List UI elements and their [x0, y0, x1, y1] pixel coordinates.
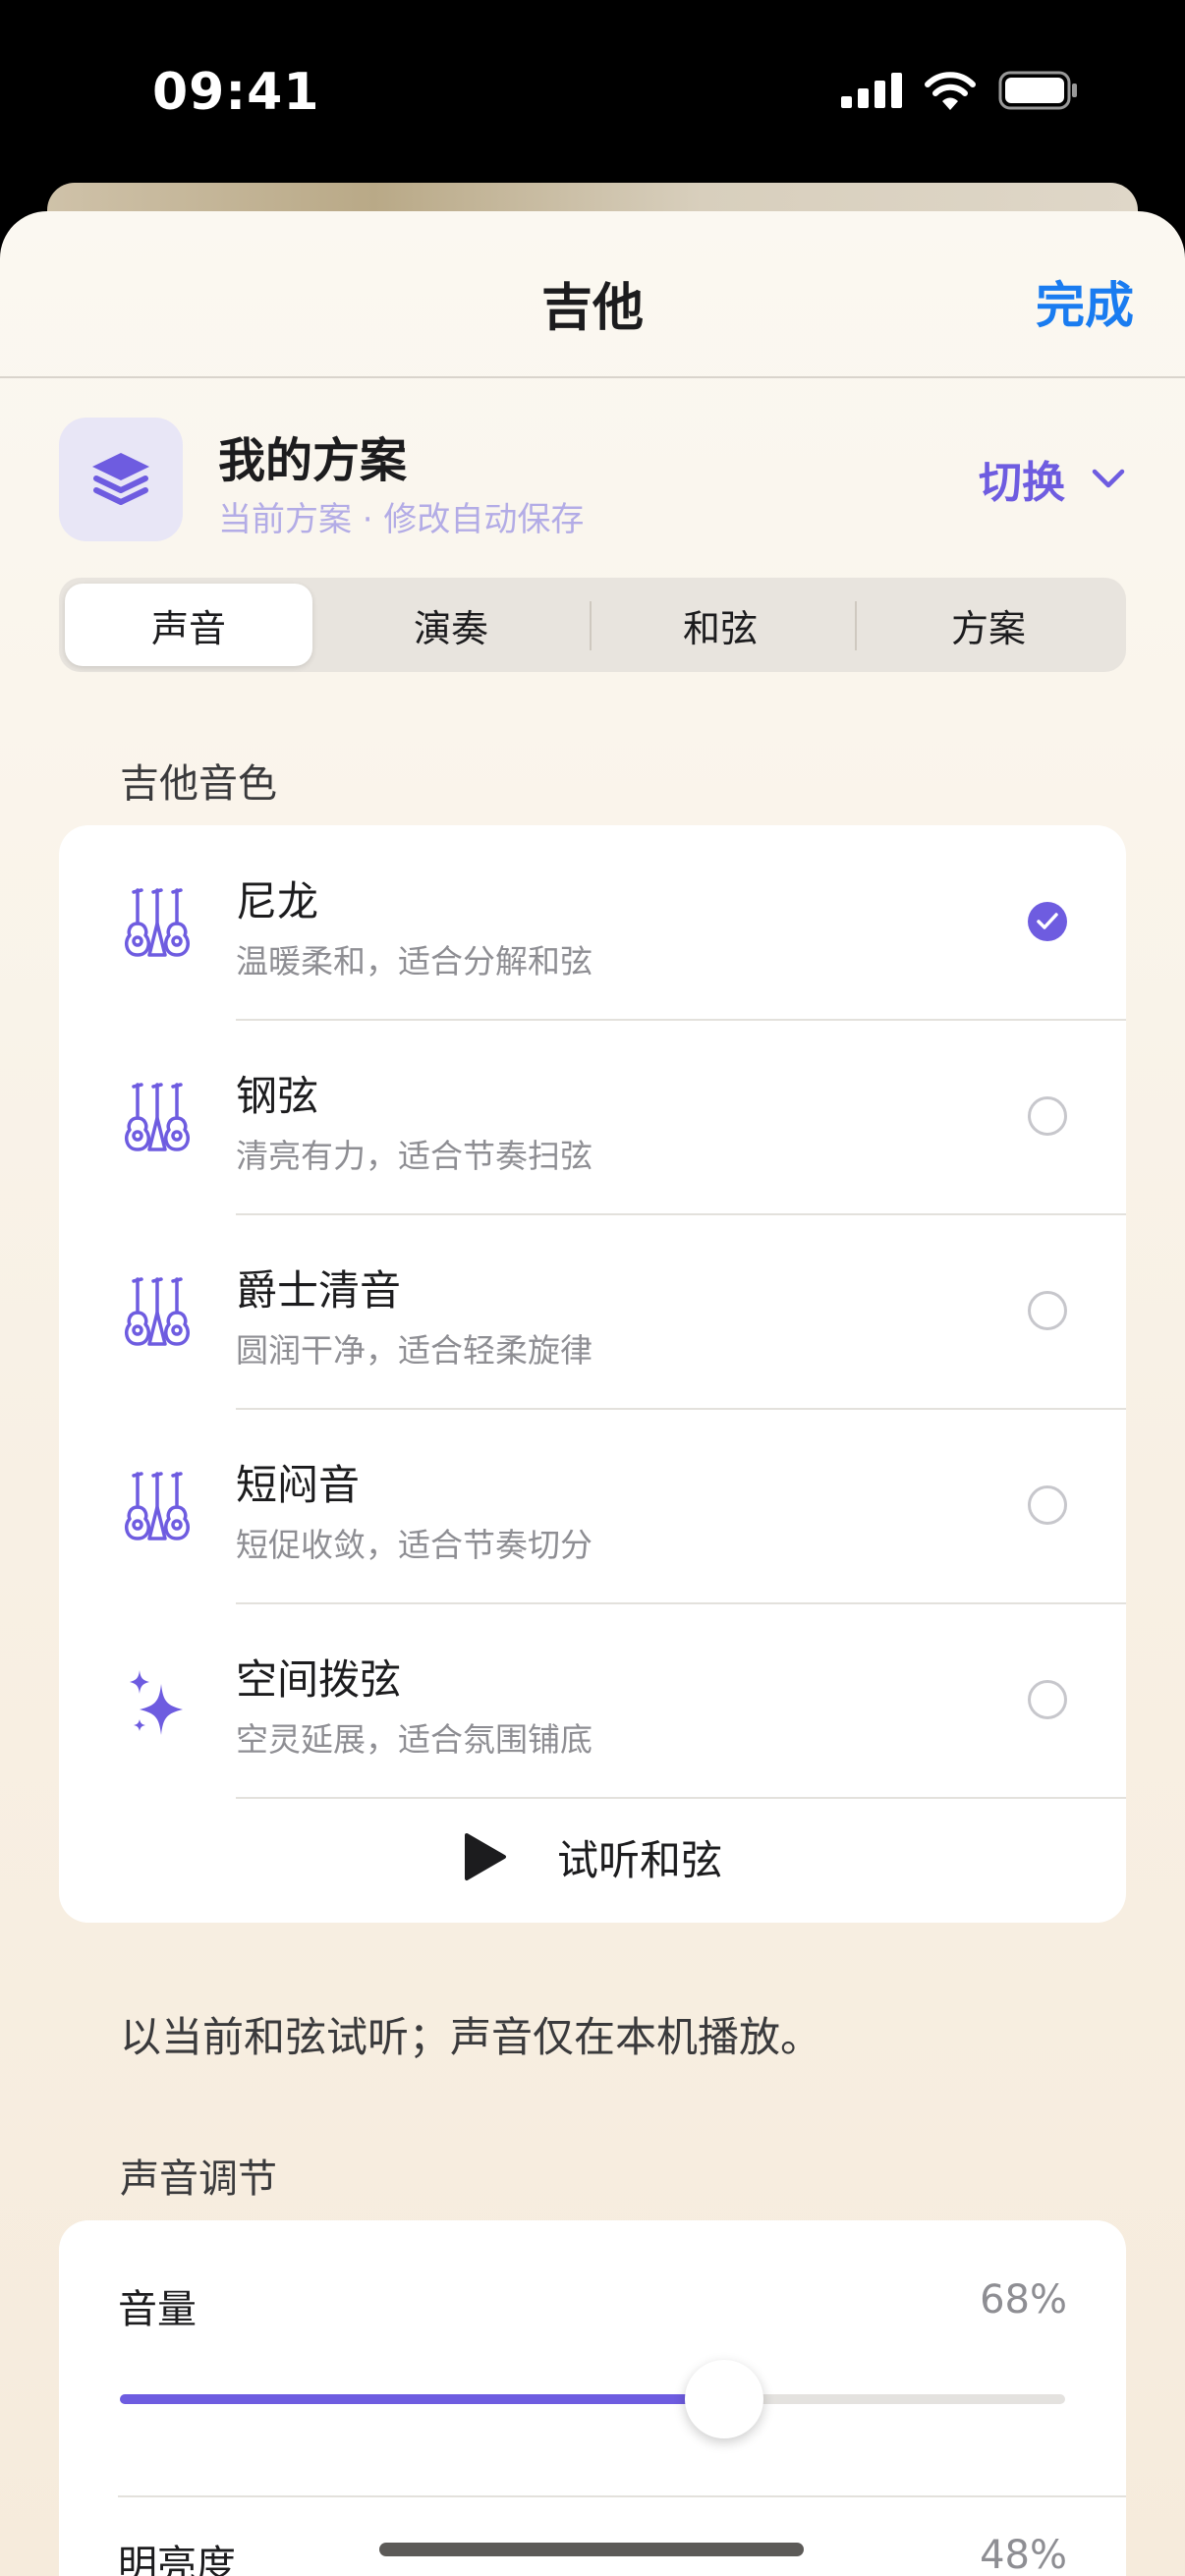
tone-subtitle: 短促收敛，适合节奏切分	[236, 1526, 592, 1564]
wifi-icon	[925, 72, 976, 110]
volume-slider-fill	[120, 2394, 724, 2404]
nav-title: 吉他	[540, 279, 644, 338]
status-time: 09:41	[152, 63, 320, 122]
tone-option-steel[interactable]: 钢弦 清亮有力，适合节奏扫弦	[59, 1020, 1126, 1213]
adjust-card: 音量 68% 明亮度 48%	[59, 2220, 1126, 2576]
brightness-label: 明亮度	[118, 2543, 236, 2576]
signal-icon	[841, 73, 902, 108]
checkmark-icon	[1037, 913, 1058, 929]
plan-title: 我的方案	[218, 433, 408, 488]
tone-title: 空间拨弦	[236, 1655, 402, 1704]
tone-option-muted[interactable]: 短闷音 短促收敛，适合节奏切分	[59, 1409, 1126, 1602]
guitar-sheet: 吉他 完成 我的方案 当前方案 · 修改自动保存 切换 声音 演奏 和弦 方案 …	[0, 211, 1185, 2576]
tab-chords[interactable]: 和弦	[592, 584, 849, 666]
plan-header: 我的方案 当前方案 · 修改自动保存 切换	[59, 418, 1126, 541]
tone-title: 爵士清音	[236, 1266, 402, 1315]
volume-slider[interactable]	[120, 2360, 1065, 2438]
switch-label: 切换	[979, 458, 1065, 508]
adjust-section-label: 声音调节	[120, 2156, 277, 2202]
tab-plans[interactable]: 方案	[857, 584, 1120, 666]
status-bar: 09:41	[0, 0, 1185, 187]
preview-label: 试听和弦	[556, 1835, 722, 1884]
guitars-icon	[124, 1472, 191, 1540]
nav-bar: 吉他 完成	[0, 211, 1185, 378]
volume-label: 音量	[118, 2287, 197, 2332]
guitars-icon	[124, 1277, 191, 1346]
tone-option-ambient[interactable]: 空间拨弦 空灵延展，适合氛围铺底	[59, 1603, 1126, 1797]
home-indicator	[379, 2543, 804, 2556]
tone-subtitle: 温暖柔和，适合分解和弦	[236, 942, 592, 980]
radio-unchecked[interactable]	[1028, 1096, 1067, 1136]
layers-icon	[59, 418, 183, 541]
radio-unchecked[interactable]	[1028, 1680, 1067, 1719]
preview-chord-button[interactable]: 试听和弦	[59, 1793, 1126, 1921]
chevron-down-icon	[1092, 469, 1125, 488]
tone-option-jazz[interactable]: 爵士清音 圆润干净，适合轻柔旋律	[59, 1214, 1126, 1408]
guitars-icon	[124, 1083, 191, 1151]
status-icons	[841, 71, 1079, 110]
tab-sound[interactable]: 声音	[65, 584, 312, 666]
battery-icon	[998, 71, 1077, 110]
volume-slider-thumb[interactable]	[684, 2360, 763, 2438]
row-separator	[118, 2495, 1126, 2497]
segmented-control: 声音 演奏 和弦 方案	[59, 578, 1126, 672]
radio-unchecked[interactable]	[1028, 1291, 1067, 1330]
tone-subtitle: 空灵延展，适合氛围铺底	[236, 1720, 592, 1759]
tone-section-label: 吉他音色	[120, 761, 277, 807]
radio-unchecked[interactable]	[1028, 1485, 1067, 1525]
preview-footnote: 以当前和弦试听；声音仅在本机播放。	[120, 2013, 822, 2061]
tone-subtitle: 圆润干净，适合轻柔旋律	[236, 1331, 592, 1370]
done-button[interactable]: 完成	[1036, 266, 1134, 337]
tone-title: 尼龙	[236, 877, 319, 925]
tone-subtitle: 清亮有力，适合节奏扫弦	[236, 1137, 592, 1175]
guitars-icon	[124, 888, 191, 957]
radio-checked[interactable]	[1028, 902, 1067, 941]
brightness-value: 48%	[980, 2533, 1067, 2576]
volume-value: 68%	[980, 2277, 1067, 2323]
tab-play[interactable]: 演奏	[322, 584, 580, 666]
tone-card: 尼龙 温暖柔和，适合分解和弦 钢弦 清亮有力，适合节奏扫弦 爵士清音 圆润干净，…	[59, 825, 1126, 1923]
tone-title: 钢弦	[236, 1072, 319, 1120]
sparkles-icon	[130, 1670, 183, 1735]
tone-option-nylon[interactable]: 尼龙 温暖柔和，适合分解和弦	[59, 825, 1126, 1019]
tone-title: 短闷音	[236, 1461, 361, 1509]
switch-plan-button[interactable]: 切换	[979, 447, 1126, 510]
play-icon	[464, 1833, 506, 1880]
plan-subtitle: 当前方案 · 修改自动保存	[218, 500, 585, 539]
